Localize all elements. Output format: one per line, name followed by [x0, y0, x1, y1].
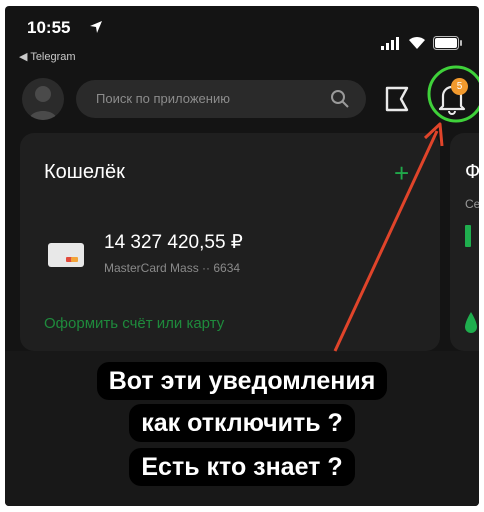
wifi-icon [409, 36, 425, 49]
notifications-button[interactable]: 5 [435, 78, 469, 116]
cellular-signal-icon [381, 37, 399, 50]
notification-badge: 5 [451, 78, 468, 95]
add-wallet-button[interactable]: + [394, 160, 409, 186]
status-time: 10:55 [27, 18, 71, 37]
side-card[interactable]: Ф Се [450, 133, 479, 351]
back-to-telegram-link[interactable]: ◀ Telegram [19, 50, 76, 63]
profile-avatar[interactable] [22, 78, 64, 120]
search-icon [331, 90, 349, 108]
user-silhouette-icon [29, 86, 57, 120]
card-name: MasterCard Mass ·· 6634 [104, 261, 241, 275]
green-bar-icon [465, 225, 471, 247]
status-bar: 10:55 ◀ Telegram [5, 6, 479, 66]
phone-screen: 10:55 ◀ Telegram Поиск по приложению 5 К… [5, 6, 479, 506]
bank-card-icon [48, 243, 84, 267]
battery-icon [433, 36, 462, 50]
side-card-title: Ф [465, 161, 479, 183]
location-arrow-icon [90, 21, 102, 33]
side-card-subtitle: Се [465, 197, 479, 211]
wallet-title: Кошелёк [44, 161, 125, 183]
green-drop-icon [465, 312, 477, 333]
search-input[interactable]: Поиск по приложению [76, 80, 366, 118]
flag-icon[interactable] [382, 84, 412, 114]
wallet-card[interactable]: Кошелёк + 14 327 420,55 ₽ MasterCard Mas… [20, 133, 440, 351]
search-placeholder: Поиск по приложению [96, 91, 230, 106]
card-balance: 14 327 420,55 ₽ [104, 232, 243, 253]
open-account-link[interactable]: Оформить счёт или карту [44, 315, 224, 332]
lower-screen-area [5, 351, 479, 506]
